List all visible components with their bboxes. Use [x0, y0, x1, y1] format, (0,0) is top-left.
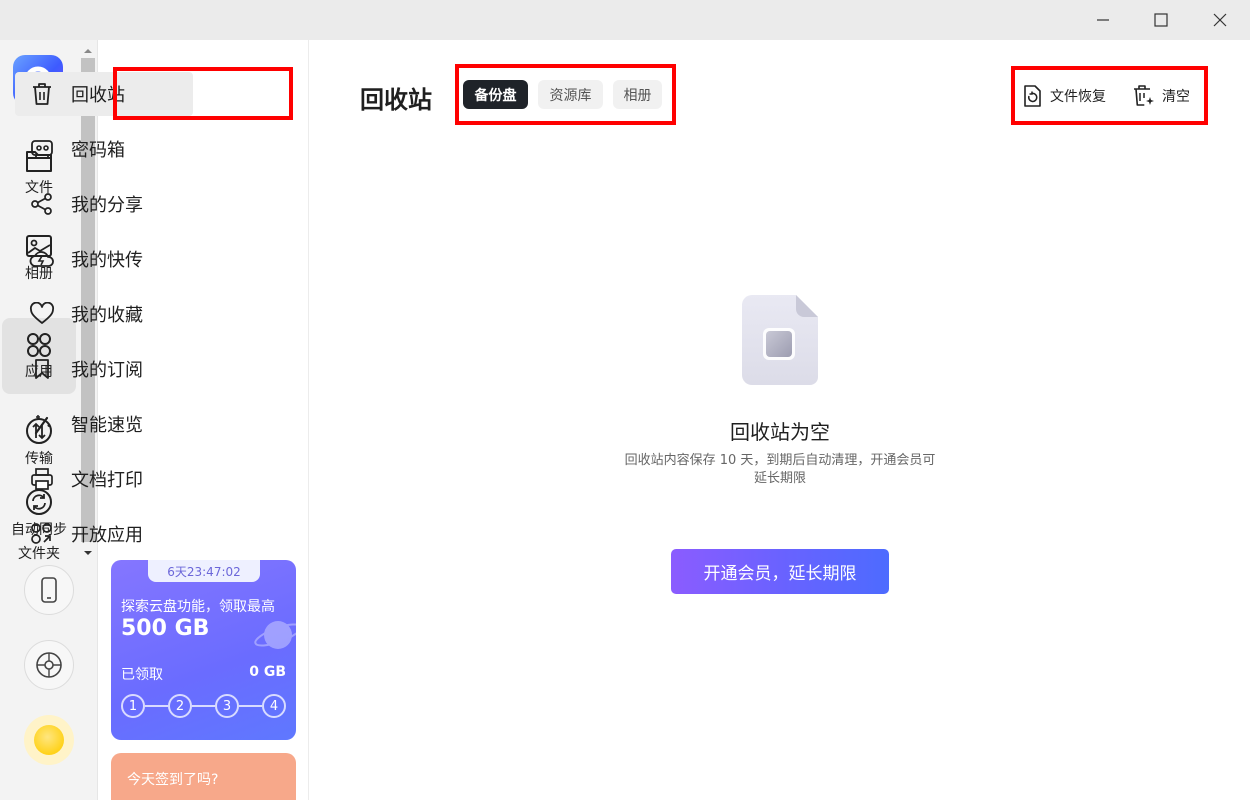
nav-item-recycle-bin[interactable]: 回收站: [15, 72, 193, 116]
empty-state-title: 回收站为空: [730, 420, 830, 444]
nav-item-label: 开放应用: [71, 525, 143, 546]
nav-item-label: 回收站: [71, 85, 125, 106]
step-4: 4: [262, 694, 286, 718]
nav-item-subscriptions[interactable]: 我的订阅: [15, 347, 193, 391]
nav-item-label: 我的收藏: [71, 305, 143, 326]
nav-item-label: 密码箱: [71, 140, 125, 161]
step-connector: [239, 705, 262, 707]
nav-item-smart-preview[interactable]: 智能速览: [15, 402, 193, 446]
nav-item-label: 我的快传: [71, 250, 143, 271]
heart-icon: [30, 302, 54, 324]
checkin-card[interactable]: 今天签到了吗?: [111, 753, 296, 800]
restore-files-button[interactable]: 文件恢复: [1020, 82, 1106, 110]
tab-resource-library[interactable]: 资源库: [538, 80, 603, 109]
empty-state-description: 回收站内容保存 10 天，到期后自动清理，开通会员可 延长期限: [598, 452, 962, 488]
avatar[interactable]: [24, 715, 74, 765]
bookmark-icon: [35, 359, 49, 379]
open-apps-icon: [31, 523, 52, 544]
cloud-bolt-icon: [29, 251, 54, 267]
clear-label: 清空: [1162, 89, 1190, 105]
promo-line1: 探索云盘功能，领取最高: [121, 599, 275, 615]
restore-files-label: 文件恢复: [1050, 89, 1106, 105]
step-connector: [192, 705, 215, 707]
safe-icon: [31, 140, 53, 158]
close-icon: [1213, 13, 1227, 27]
share-icon: [31, 193, 52, 215]
tab-album[interactable]: 相册: [613, 80, 662, 109]
empty-desc-line2: 延长期限: [753, 471, 806, 486]
restore-file-icon: [1024, 85, 1041, 107]
empty-file-icon: [742, 295, 818, 385]
nav-item-share[interactable]: 我的分享: [15, 182, 193, 226]
minimize-button[interactable]: [1074, 0, 1132, 40]
nav-item-label: 文档打印: [71, 470, 143, 491]
nav-item-safe[interactable]: 密码箱: [15, 127, 193, 171]
magic-wand-icon: [34, 415, 51, 435]
empty-desc-line1: 回收站内容保存 10 天，到期后自动清理，开通会员可: [624, 453, 936, 468]
nav-item-favorites[interactable]: 我的收藏: [15, 292, 193, 336]
settings-icon: [36, 652, 62, 678]
planet-icon: [254, 621, 296, 649]
close-button[interactable]: [1191, 0, 1249, 40]
checkin-text: 今天签到了吗?: [127, 772, 219, 788]
tab-backup-disk[interactable]: 备份盘: [463, 80, 528, 109]
page-title: 回收站: [360, 86, 432, 114]
clear-button[interactable]: 清空: [1132, 82, 1190, 110]
nav-item-print[interactable]: 文档打印: [15, 457, 193, 501]
upgrade-membership-button[interactable]: 开通会员，延长期限: [671, 549, 889, 594]
printer-icon: [31, 468, 53, 490]
phone-button[interactable]: [24, 565, 74, 615]
promo-steps: 1 2 3 4: [121, 694, 287, 718]
phone-icon: [41, 577, 57, 603]
step-1: 1: [121, 694, 145, 718]
step-3: 3: [215, 694, 239, 718]
nav-item-label: 智能速览: [71, 415, 143, 436]
maximize-icon: [1154, 13, 1168, 27]
maximize-button[interactable]: [1132, 0, 1190, 40]
clear-trash-icon: [1134, 85, 1154, 106]
step-2: 2: [168, 694, 192, 718]
nav-item-label: 我的分享: [71, 195, 143, 216]
promo-card[interactable]: 6天23:47:02 探索云盘功能，领取最高 500 GB 已领取 0 GB 1…: [111, 560, 296, 740]
promo-claimed-label: 已领取: [121, 667, 163, 683]
promo-timer: 6天23:47:02: [148, 560, 260, 582]
nav-item-open-apps[interactable]: 开放应用: [15, 512, 193, 556]
avatar-sun-icon: [34, 725, 64, 755]
scroll-up-icon[interactable]: [83, 46, 93, 56]
nav-item-label: 我的订阅: [71, 360, 143, 381]
title-bar: [0, 0, 1250, 40]
promo-claimed-value: 0 GB: [249, 664, 286, 680]
nav-item-quick-transfer[interactable]: 我的快传: [15, 237, 193, 281]
minimize-icon: [1097, 19, 1109, 21]
step-connector: [145, 705, 168, 707]
settings-button[interactable]: [24, 640, 74, 690]
promo-amount: 500 GB: [121, 616, 210, 641]
trash-icon: [33, 83, 51, 105]
